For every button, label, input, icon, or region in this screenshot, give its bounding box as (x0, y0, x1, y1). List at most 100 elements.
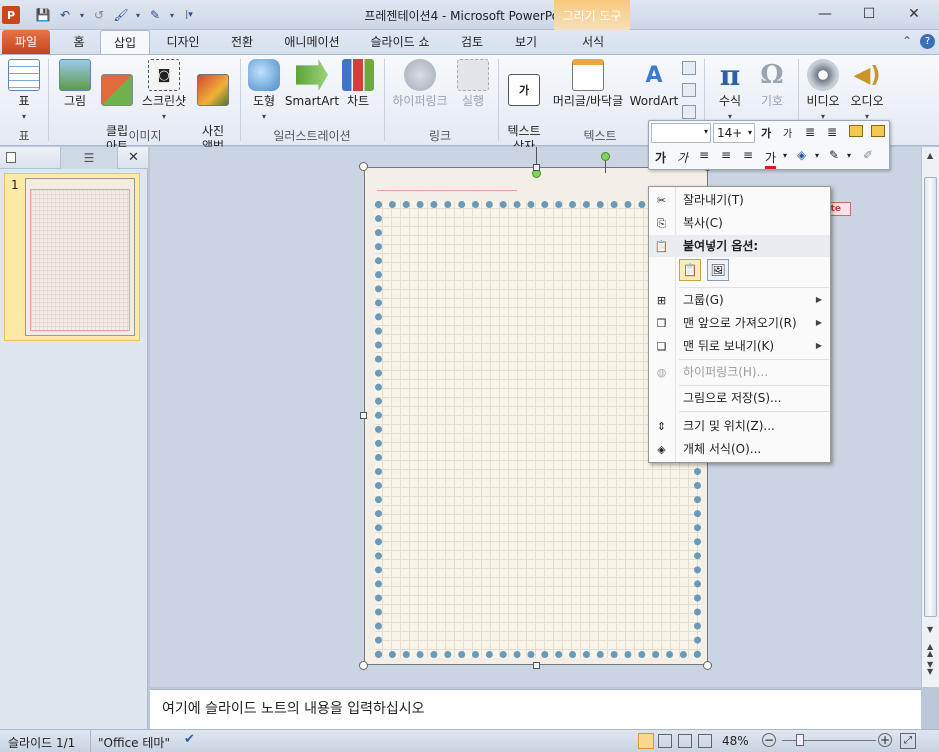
paste-as-picture-icon[interactable]: 🖼 (707, 259, 729, 281)
resize-handle[interactable] (360, 412, 367, 419)
decrease-indent-icon[interactable]: ≣ (805, 125, 815, 139)
tab-home[interactable]: 홈 (62, 30, 96, 54)
zoom-level[interactable]: 48% (722, 734, 749, 748)
tab-file[interactable]: 파일 (2, 30, 50, 54)
outline-pen-icon[interactable]: ✎ (829, 148, 839, 162)
shrink-font-icon[interactable]: 가 (783, 125, 792, 140)
reading-view-icon[interactable] (678, 734, 692, 748)
tab-format[interactable]: 서식 (566, 30, 620, 54)
normal-view-icon[interactable] (638, 733, 654, 749)
video-button[interactable]: 비디오 ▾ (802, 59, 844, 124)
resize-handle[interactable] (359, 162, 368, 171)
menu-item-group[interactable]: ⊞ 그룹(G) ▶ (649, 289, 830, 311)
hyperlink-icon: ◍ (656, 366, 667, 379)
theme-status[interactable]: "Office 테마" (98, 734, 170, 751)
slide-thumbnail-selected[interactable]: 1 (4, 173, 140, 341)
menu-item-copy[interactable]: ⎘ 복사(C) (649, 212, 830, 234)
outline-tab-icon[interactable]: ☰ (60, 147, 118, 169)
fill-dropdown-icon[interactable]: ▾ (815, 151, 819, 160)
format-painter-icon[interactable]: ✐ (863, 148, 873, 162)
tab-view[interactable]: 보기 (504, 30, 548, 54)
resize-handle[interactable] (359, 661, 368, 670)
scroll-thumb[interactable] (924, 177, 937, 617)
resize-handle[interactable] (703, 661, 712, 670)
menu-item-bring-to-front[interactable]: ❐ 맨 앞으로 가져오기(R) ▶ (649, 312, 830, 334)
picture-button[interactable]: 그림 (56, 59, 94, 109)
menu-item-send-to-back[interactable]: ❏ 맨 뒤로 보내기(K) ▶ (649, 335, 830, 357)
italic-icon[interactable]: 가 (677, 149, 688, 166)
bold-icon[interactable]: 가 (655, 149, 666, 166)
equation-button[interactable]: π 수식 ▾ (710, 59, 750, 124)
resize-handle[interactable] (533, 164, 540, 171)
font-color-dropdown-icon[interactable]: ▾ (783, 151, 787, 160)
menu-item-format-object[interactable]: ◈ 개체 서식(O)... (649, 438, 830, 460)
smartart-button[interactable]: SmartArt (284, 59, 340, 109)
zoom-slider-thumb[interactable] (796, 734, 804, 746)
scroll-down-icon[interactable]: ▼ (927, 625, 933, 634)
minimize-button[interactable]: — (802, 0, 848, 28)
slides-tab-icon[interactable] (6, 152, 16, 163)
next-slide-icon[interactable]: ▼ ▼ (927, 661, 933, 676)
font-color-icon[interactable]: 가 (765, 149, 777, 169)
help-icon[interactable]: ? (920, 34, 935, 49)
outline-dropdown-icon[interactable]: ▾ (847, 151, 851, 160)
group-divider (240, 59, 241, 141)
audio-button[interactable]: ◀) 오디오 ▾ (846, 59, 888, 124)
menu-item-hyperlink[interactable]: ◍ 하이퍼링크(H)... (649, 361, 830, 383)
vertical-scrollbar[interactable]: ▲ ▼ ▲ ▲ ▼ ▼ (921, 147, 939, 687)
tab-transitions[interactable]: 전환 (220, 30, 264, 54)
zoom-out-icon[interactable]: − (762, 733, 776, 747)
tab-design[interactable]: 디자인 (158, 30, 208, 54)
symbol-button[interactable]: Ω 기호 (752, 59, 792, 109)
slide-sorter-view-icon[interactable] (658, 734, 672, 748)
wordart-icon: A (645, 62, 663, 88)
date-time-icon[interactable] (682, 61, 696, 75)
menu-item-cut[interactable]: ✂ 잘라내기(T) (649, 189, 830, 211)
slide-thumbnail[interactable] (25, 178, 135, 336)
zoom-in-icon[interactable]: + (878, 733, 892, 747)
header-footer-button[interactable]: 머리글/바닥글 (548, 59, 628, 109)
action-button[interactable]: 실행 (454, 59, 492, 109)
font-name-input[interactable]: ▾ (651, 123, 711, 143)
previous-slide-icon[interactable]: ▲ ▲ (927, 643, 933, 658)
slides-panel: ☰ ✕ 1 (0, 147, 148, 729)
align-left-icon[interactable]: ≡ (699, 148, 709, 162)
send-backward-icon[interactable] (871, 125, 885, 137)
tab-review[interactable]: 검토 (450, 30, 494, 54)
audio-label: 오디오 (850, 94, 884, 108)
close-panel-icon[interactable]: ✕ (128, 150, 139, 165)
slide-number-icon[interactable] (682, 83, 696, 97)
screenshot-dropdown-icon: ▾ (161, 112, 166, 121)
align-center-icon[interactable]: ≡ (721, 148, 731, 162)
increase-indent-icon[interactable]: ≣ (827, 125, 837, 139)
menu-item-save-as-picture[interactable]: 그림으로 저장(S)... (649, 387, 830, 409)
slideshow-view-icon[interactable] (698, 734, 712, 748)
shapes-button[interactable]: 도형 ▾ (246, 59, 282, 124)
hyperlink-button[interactable]: 하이퍼링크 (388, 59, 452, 109)
ribbon-minimize-icon[interactable]: ⌃ (902, 34, 912, 48)
grow-font-icon[interactable]: 가 (761, 125, 771, 141)
scroll-up-icon[interactable]: ▲ (927, 151, 933, 160)
rotation-handle[interactable] (601, 152, 610, 161)
tab-insert[interactable]: 삽입 (100, 30, 150, 54)
resize-handle[interactable] (533, 662, 540, 669)
menu-item-size-position[interactable]: ⇕ 크기 및 위치(Z)... (649, 415, 830, 437)
bring-forward-icon[interactable] (849, 125, 863, 137)
tab-slideshow[interactable]: 슬라이드 쇼 (362, 30, 438, 54)
wordart-button[interactable]: A WordArt (628, 59, 680, 109)
spellcheck-icon[interactable]: ✔ (184, 732, 195, 747)
object-insert-icon[interactable] (682, 105, 696, 119)
maximize-button[interactable]: ☐ (846, 0, 892, 28)
align-right-icon[interactable]: ≡ (743, 148, 753, 162)
table-button[interactable]: 표 ▾ (6, 59, 42, 124)
chart-button[interactable]: 차트 (340, 59, 376, 109)
fit-to-window-icon[interactable]: ⤢ (900, 733, 916, 749)
tab-animations[interactable]: 애니메이션 (274, 30, 350, 54)
notes-placeholder[interactable]: 여기에 슬라이드 노트의 내용을 입력하십시오 (162, 698, 425, 718)
font-size-input[interactable]: 14+ ▾ (713, 123, 755, 143)
close-window-button[interactable]: ✕ (891, 0, 937, 28)
fill-bucket-icon[interactable]: ◈ (797, 148, 806, 162)
notes-pane[interactable]: 여기에 슬라이드 노트의 내용을 입력하십시오 (150, 689, 921, 729)
paste-keep-source-icon[interactable]: 📋 (679, 259, 701, 281)
screenshot-button[interactable]: ◙ 스크린샷 ▾ (138, 59, 190, 124)
